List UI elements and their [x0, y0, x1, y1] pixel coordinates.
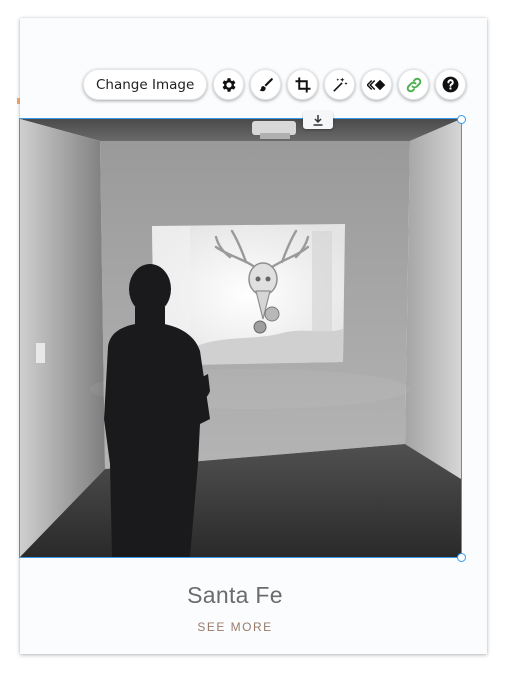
link-button[interactable]: [398, 69, 430, 100]
crop-button[interactable]: [287, 69, 319, 100]
settings-button[interactable]: [213, 69, 245, 100]
download-tab[interactable]: [303, 111, 333, 129]
change-image-button[interactable]: Change Image: [83, 69, 208, 100]
animation-icon: [366, 79, 386, 90]
edge-marker: [17, 98, 20, 104]
download-icon: [313, 115, 323, 126]
gear-icon: [222, 77, 236, 92]
animation-button[interactable]: [361, 69, 393, 100]
link-icon: [406, 77, 422, 92]
brush-icon: [259, 77, 273, 91]
design-button[interactable]: [250, 69, 282, 100]
help-icon: [442, 76, 459, 93]
enhance-button[interactable]: [324, 69, 356, 100]
crop-icon: [295, 77, 311, 92]
image-toolbar: Change Image: [83, 68, 467, 101]
magic-wand-icon: [333, 77, 348, 92]
gallery-item-title: Santa Fe: [187, 582, 283, 608]
resize-handle-top-right[interactable]: [457, 115, 466, 124]
help-button[interactable]: [435, 69, 467, 100]
see-more-link[interactable]: SEE MORE: [20, 620, 450, 634]
resize-handle-bottom-right[interactable]: [457, 553, 466, 562]
gallery-photo: [20, 119, 461, 557]
gallery-image[interactable]: [19, 118, 462, 558]
